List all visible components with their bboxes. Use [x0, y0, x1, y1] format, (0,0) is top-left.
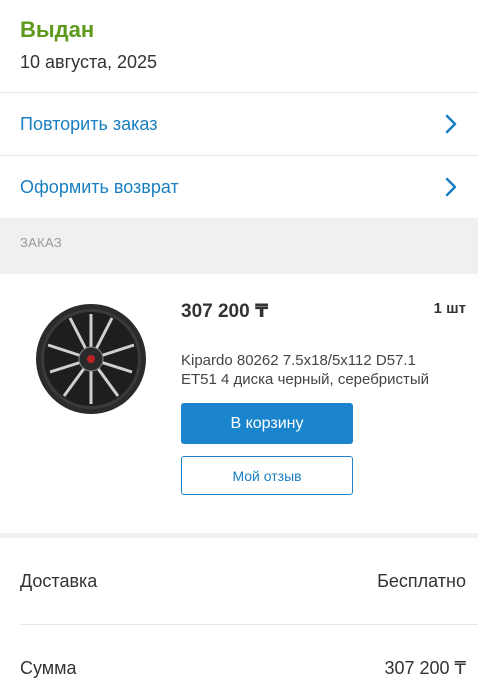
total-label: Сумма [20, 657, 77, 678]
return-order-row[interactable]: Оформить возврат [0, 156, 478, 218]
delivery-label: Доставка [20, 570, 98, 591]
order-section-header: ЗАКАЗ [0, 235, 478, 274]
return-order-label: Оформить возврат [20, 176, 179, 197]
price-row: 307 200 ₸ [181, 300, 429, 323]
total-row: Сумма 307 200 ₸ [0, 625, 478, 699]
section-separator [0, 218, 478, 256]
delivery-row: Доставка Бесплатно [0, 538, 478, 624]
product-info: 307 200 ₸ Kipardo 80262 7.5x18/5x112 D57… [181, 300, 429, 495]
wheel-image[interactable] [32, 300, 150, 418]
repeat-order-row[interactable]: Повторить заказ [0, 93, 478, 155]
repeat-order-label: Повторить заказ [20, 113, 158, 134]
status-block: Выдан 10 августа, 2025 [0, 0, 478, 92]
chevron-right-icon [445, 177, 457, 197]
product-quantity: 1 шт [433, 300, 466, 317]
add-to-cart-button[interactable]: В корзину [181, 403, 353, 444]
order-status-date: 10 августа, 2025 [20, 52, 158, 72]
order-section-label: ЗАКАЗ [20, 235, 62, 250]
product-name[interactable]: Kipardo 80262 7.5x18/5x112 D57.1 ET51 4 … [181, 351, 451, 389]
order-status-title: Выдан [20, 17, 95, 42]
chevron-right-icon [445, 114, 457, 134]
delivery-value: Бесплатно [377, 570, 466, 591]
product-card: 307 200 ₸ Kipardo 80262 7.5x18/5x112 D57… [0, 274, 478, 533]
total-value: 307 200 ₸ [384, 657, 466, 678]
my-review-button[interactable]: Мой отзыв [181, 456, 353, 495]
product-price: 307 200 ₸ [181, 301, 269, 322]
